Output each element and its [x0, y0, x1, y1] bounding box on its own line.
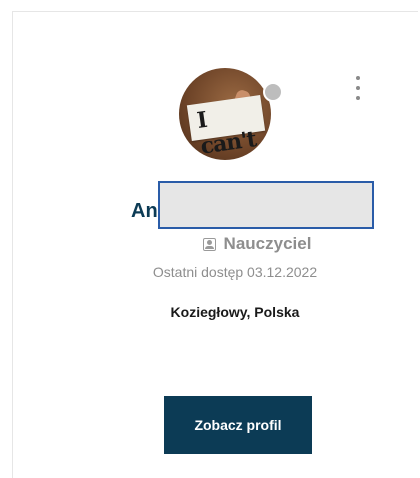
- role-row: Nauczyciel: [13, 234, 419, 254]
- name-row: An: [131, 196, 158, 226]
- view-profile-button[interactable]: Zobacz profil: [164, 396, 312, 454]
- profile-role: Nauczyciel: [223, 234, 312, 253]
- location-text: Koziegłowy, Polska: [170, 304, 300, 320]
- redaction-box: [158, 181, 374, 229]
- status-indicator: [263, 82, 283, 102]
- id-card-icon: [202, 237, 216, 251]
- more-vertical-icon[interactable]: [353, 74, 363, 106]
- avatar: I can't: [179, 68, 271, 160]
- avatar-note: I can't: [186, 95, 266, 160]
- teacher-profile-card: I can't An Nauczyciel Ostatni dostęp 03.…: [12, 11, 418, 478]
- profile-name[interactable]: An: [131, 200, 158, 223]
- last-access-text: Ostatni dostęp 03.12.2022: [152, 264, 318, 280]
- avatar-caption: I can't: [195, 106, 258, 160]
